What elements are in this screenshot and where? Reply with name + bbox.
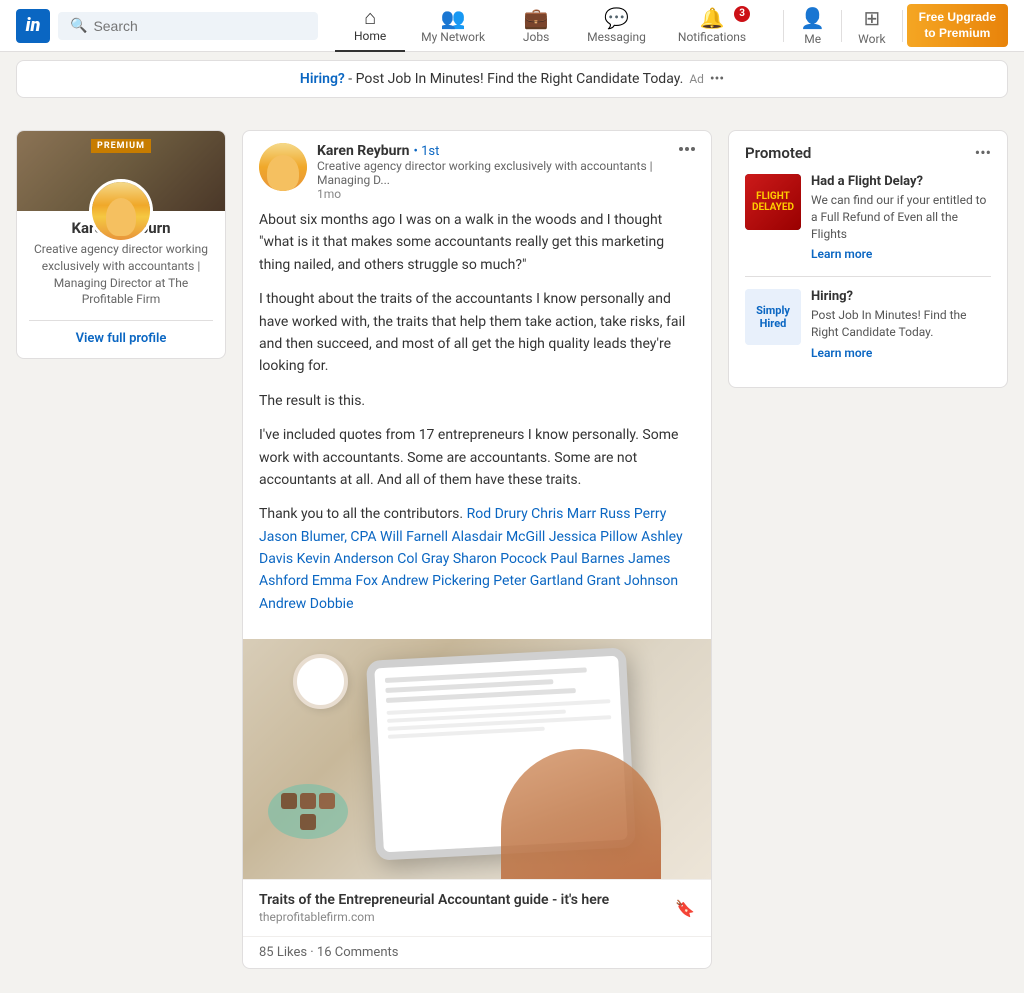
banner-options-icon[interactable]: ••• [710,71,724,87]
promoted-card: Promoted ••• FLIGHTDELAYED Had a Flight … [728,130,1008,388]
nav-divider3 [902,10,903,42]
avatar [89,179,153,243]
post-connection: • 1st [413,144,439,159]
nav-divider [783,10,784,42]
notification-badge: 3 [734,6,750,22]
nav-items: ⌂ Home 👥 My Network 💼 Jobs 💬 Messaging 🔔… [326,0,771,52]
main-feed: Karen Reyburn • 1st Creative agency dire… [242,130,712,969]
promo-item-hiring: SimplyHired Hiring? Post Job In Minutes!… [745,289,991,361]
navbar: in 🔍 ⌂ Home 👥 My Network 💼 Jobs 💬 Messag… [0,0,1024,52]
nav-item-network[interactable]: 👥 My Network [405,0,501,52]
post-header: Karen Reyburn • 1st Creative agency dire… [243,131,711,209]
link-title[interactable]: Traits of the Entrepreneurial Accountant… [259,892,609,908]
post-card: Karen Reyburn • 1st Creative agency dire… [242,130,712,969]
promo-flight-learn-more[interactable]: Learn more [811,247,872,261]
jobs-icon: 💼 [524,8,549,28]
link-info: Traits of the Entrepreneurial Accountant… [259,892,609,924]
nav-item-work[interactable]: ⊞ Work [846,0,897,52]
hands [501,749,661,879]
post-author-name[interactable]: Karen Reyburn [317,143,409,159]
post-paragraph-1: About six months ago I was on a walk in … [259,209,695,276]
post-menu-button[interactable] [679,143,695,151]
post-likes-comments[interactable]: 85 Likes · 16 Comments [259,945,398,960]
promo-flight-name: Had a Flight Delay? [811,174,991,189]
notifications-icon: 🔔 [700,8,725,28]
promo-hiring-name: Hiring? [811,289,991,304]
post-time: 1mo [317,187,669,201]
nav-item-messaging[interactable]: 💬 Messaging [571,0,662,52]
profile-card: PREMIUM Karen Reyburn Creative agency di… [16,130,226,359]
nav-item-jobs[interactable]: 💼 Jobs [501,0,571,52]
network-icon: 👥 [441,8,466,28]
promoted-header: Promoted ••• [745,143,991,162]
promo-flight-desc: We can find our if your entitled to a Fu… [811,192,991,242]
post-author-info: Karen Reyburn • 1st Creative agency dire… [317,143,669,201]
post-paragraph-3: The result is this. [259,390,695,412]
chocolates-plate [268,784,348,839]
promo-hiring-desc: Post Job In Minutes! Find the Right Cand… [811,307,991,341]
nav-item-messaging-label: Messaging [587,30,646,44]
banner-link[interactable]: Hiring? [300,71,345,87]
post-avatar [259,143,307,191]
post-link-preview: Traits of the Entrepreneurial Accountant… [243,879,711,936]
bookmark-icon[interactable]: 🔖 [675,899,695,918]
post-image [243,639,711,879]
promoted-title: Promoted [745,144,811,162]
post-body: About six months ago I was on a walk in … [243,209,711,639]
link-domain: theprofitablefirm.com [259,910,609,924]
nav-item-notifications[interactable]: 🔔 3 Notifications [662,0,762,52]
nav-item-me[interactable]: 👤 Me [788,0,837,52]
promo-hiring-content: Hiring? Post Job In Minutes! Find the Ri… [811,289,991,361]
coffee-cup [293,654,348,709]
page-wrapper: in 🔍 ⌂ Home 👥 My Network 💼 Jobs 💬 Messag… [0,0,1024,993]
search-icon: 🔍 [70,18,87,34]
post-author-area: Karen Reyburn • 1st Creative agency dire… [259,143,669,201]
search-bar[interactable]: 🔍 [58,12,318,40]
dot1 [679,147,683,151]
promo-flight-content: Had a Flight Delay? We can find our if y… [811,174,991,262]
post-paragraph-5: Thank you to all the contributors. Rod D… [259,503,695,615]
left-sidebar: PREMIUM Karen Reyburn Creative agency di… [16,130,226,359]
promo-hiring-learn-more[interactable]: Learn more [811,346,872,360]
promo-divider [745,276,991,277]
post-paragraph-2: I thought about the traits of the accoun… [259,288,695,378]
ad-label: Ad [689,72,704,86]
promo-item-flight: FLIGHTDELAYED Had a Flight Delay? We can… [745,174,991,262]
premium-upgrade-button[interactable]: Free Upgrade to Premium [907,4,1008,47]
me-label: Me [804,32,821,46]
nav-item-home-label: Home [354,29,386,43]
banner-wrap: Hiring? - Post Job In Minutes! Find the … [0,60,1024,98]
promoted-options-icon[interactable]: ••• [975,143,991,162]
nav-item-network-label: My Network [421,30,485,44]
top-ad-banner: Hiring? - Post Job In Minutes! Find the … [16,60,1008,98]
page-layout: PREMIUM Karen Reyburn Creative agency di… [0,106,1024,993]
avatar-image [92,182,150,240]
nav-divider2 [841,10,842,42]
work-label: Work [858,32,885,46]
search-input[interactable] [93,18,306,34]
nav-item-jobs-label: Jobs [523,30,549,44]
post-stats: 85 Likes · 16 Comments [243,936,711,968]
me-avatar-icon: 👤 [800,6,825,30]
banner-text: Hiring? - Post Job In Minutes! Find the … [300,71,683,87]
profile-banner: PREMIUM [17,131,225,211]
dot2 [685,147,689,151]
post-author-desc: Creative agency director working exclusi… [317,159,669,187]
profile-description: Creative agency director working exclusi… [29,241,213,308]
right-sidebar: Promoted ••• FLIGHTDELAYED Had a Flight … [728,130,1008,388]
work-icon: ⊞ [864,6,881,30]
linkedin-logo[interactable]: in [16,9,50,43]
nav-item-home[interactable]: ⌂ Home [335,0,405,52]
nav-item-notifications-label: Notifications [678,30,746,44]
view-full-profile-link[interactable]: View full profile [29,320,213,346]
messaging-icon: 💬 [604,8,629,28]
promo-hiring-image: SimplyHired [745,289,801,345]
post-paragraph-4: I've included quotes from 17 entrepreneu… [259,424,695,491]
dot3 [691,147,695,151]
promo-flight-image: FLIGHTDELAYED [745,174,801,230]
home-icon: ⌂ [364,7,376,27]
premium-badge: PREMIUM [91,139,151,153]
nav-right: 👤 Me ⊞ Work Free Upgrade to Premium [779,0,1008,52]
